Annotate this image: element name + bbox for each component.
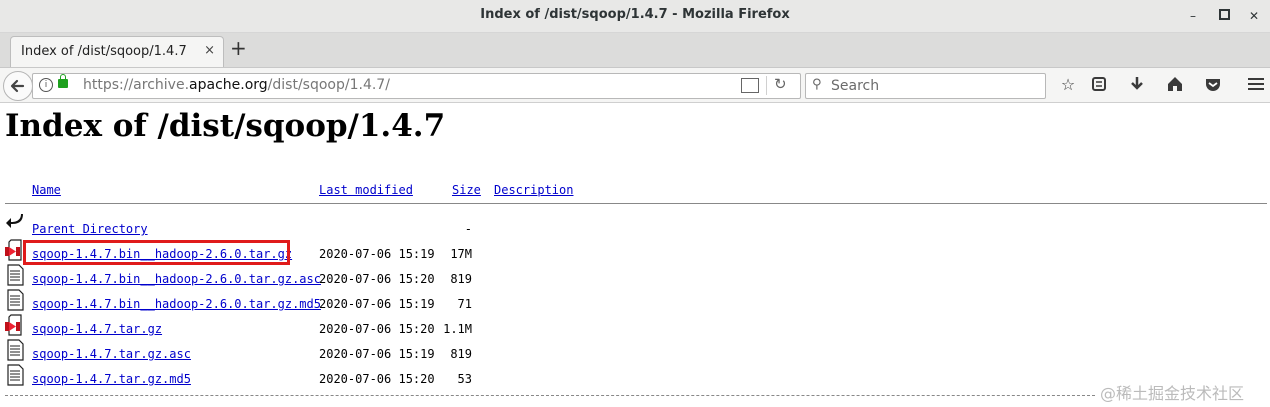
library-icon[interactable] [1089,75,1109,95]
archive-icon [5,314,22,336]
file-last-modified: 2020-07-06 15:20 [319,272,435,286]
reader-view-icon[interactable] [741,78,759,93]
hamburger-glyph [1248,78,1264,90]
file-size: 819 [450,272,472,286]
file-link[interactable]: sqoop-1.4.7.tar.gz.asc [32,347,191,361]
back-button[interactable] [3,71,33,101]
pocket-icon[interactable] [1203,75,1223,95]
tab-bar: Index of /dist/sqoop/1.4.7 × [0,33,1270,67]
column-size-link[interactable]: Size [452,183,481,197]
file-link[interactable]: sqoop-1.4.7.tar.gz.md5 [32,372,191,386]
url-prefix: https://archive. [83,77,190,93]
column-last-modified-link[interactable]: Last modified [319,183,413,197]
minimize-icon[interactable]: – [1185,8,1201,24]
home-icon[interactable] [1165,75,1185,95]
file-last-modified: 2020-07-06 15:19 [319,297,435,311]
file-size: 71 [457,297,472,311]
navigation-toolbar: i https://archive.apache.org/dist/sqoop/… [0,67,1270,103]
downloads-icon[interactable] [1127,75,1147,95]
text-file-icon [7,264,24,286]
tab-active[interactable]: Index of /dist/sqoop/1.4.7 × [10,36,224,67]
column-description-link[interactable]: Description [494,183,573,197]
header-divider [5,203,1267,204]
download-arrow-glyph [1131,77,1143,90]
file-link[interactable]: sqoop-1.4.7.tar.gz [32,322,162,336]
page-heading: Index of /dist/sqoop/1.4.7 [5,108,446,144]
footer-divider [5,395,1095,396]
close-tab-icon[interactable]: × [204,43,215,58]
file-last-modified: 2020-07-06 15:19 [319,247,435,261]
archive-icon [5,239,22,261]
file-last-modified: 2020-07-06 15:20 [319,322,435,336]
pocket-glyph [1206,79,1220,91]
url-domain: apache.org [189,77,268,93]
new-tab-button[interactable]: + [230,38,247,58]
maximize-icon[interactable] [1216,8,1232,24]
search-input[interactable] [829,76,1033,96]
search-bar[interactable]: ⚲ [805,73,1046,99]
lock-icon[interactable] [58,74,68,88]
window-titlebar: Index of /dist/sqoop/1.4.7 - Mozilla Fir… [0,0,1270,33]
library-glyph [1092,77,1106,91]
reload-icon[interactable]: ↻ [774,75,787,93]
search-icon: ⚲ [812,77,822,92]
file-size: 1.1M [443,322,472,336]
file-link[interactable]: sqoop-1.4.7.bin__hadoop-2.6.0.tar.gz.asc [32,272,321,286]
url-separator [766,76,767,95]
file-size: 53 [457,372,472,386]
home-glyph [1168,77,1182,91]
back-arrow-icon [10,79,25,93]
text-file-icon [7,364,24,386]
parent-size: - [464,222,472,236]
tab-label: Index of /dist/sqoop/1.4.7 [21,44,187,59]
watermark-text: @稀土掘金技术社区 [1100,384,1245,403]
file-last-modified: 2020-07-06 15:20 [319,372,435,386]
file-size: 17M [450,247,472,261]
text-file-icon [7,339,24,361]
back-folder-icon [6,214,23,228]
text-file-icon [7,289,24,311]
file-last-modified: 2020-07-06 15:19 [319,347,435,361]
column-name-link[interactable]: Name [32,183,61,197]
menu-icon[interactable] [1246,75,1266,95]
highlight-box [23,240,290,265]
url-suffix: /dist/sqoop/1.4.7/ [267,77,390,93]
url-bar[interactable]: i https://archive.apache.org/dist/sqoop/… [32,73,801,99]
parent-directory-link[interactable]: Parent Directory [32,222,148,236]
info-icon[interactable]: i [39,78,53,92]
bookmark-star-icon[interactable]: ☆ [1058,75,1078,95]
window-title: Index of /dist/sqoop/1.4.7 - Mozilla Fir… [480,7,790,22]
file-link[interactable]: sqoop-1.4.7.bin__hadoop-2.6.0.tar.gz.md5 [32,297,321,311]
url-text[interactable]: https://archive.apache.org/dist/sqoop/1.… [83,77,390,93]
file-size: 819 [450,347,472,361]
close-window-icon[interactable]: ✕ [1246,8,1262,24]
